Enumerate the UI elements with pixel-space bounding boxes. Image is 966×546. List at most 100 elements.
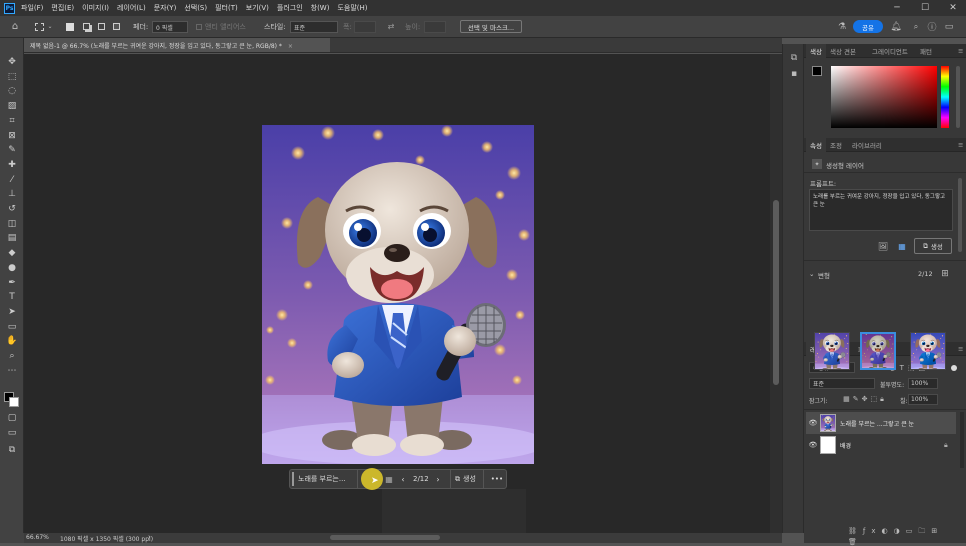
generative-fill-icon[interactable]: ⧉ xyxy=(5,444,19,456)
properties-scrollbar[interactable] xyxy=(958,178,962,252)
share-button[interactable]: 공유 xyxy=(853,20,883,33)
eyedropper-icon[interactable]: ✎ xyxy=(5,144,19,156)
type-tool-icon[interactable]: T xyxy=(5,291,19,303)
variation-thumbnail[interactable] xyxy=(910,332,946,370)
lasso-tool-icon[interactable]: ◌ xyxy=(5,85,19,97)
style-select[interactable]: 표준 xyxy=(290,21,338,33)
grid-view-icon[interactable]: ⊞ xyxy=(940,269,950,279)
menu-item[interactable]: 보기(V) xyxy=(246,3,269,13)
color-field[interactable] xyxy=(831,66,937,128)
panel-tab[interactable]: 색상 견본 xyxy=(826,44,860,58)
hand-tool-icon[interactable]: ✋ xyxy=(5,335,19,347)
learn-icon[interactable]: ⧉ xyxy=(788,52,800,64)
more-options-button[interactable]: ••• xyxy=(490,470,504,488)
path-select-icon[interactable]: ➤ xyxy=(5,306,19,318)
panel-menu-icon[interactable]: ≡ xyxy=(954,138,966,152)
image-reference-icon[interactable]: 🖼︎ xyxy=(877,241,889,251)
menu-item[interactable]: 파일(F) xyxy=(21,3,43,13)
more-tools-icon[interactable]: ⋯ xyxy=(5,365,19,377)
close-tab-icon[interactable]: × xyxy=(288,43,293,50)
menu-item[interactable]: 선택(S) xyxy=(184,3,207,13)
add-selection-icon[interactable] xyxy=(80,20,92,33)
subtract-selection-icon[interactable] xyxy=(95,20,107,33)
search-icon[interactable]: ⌕ xyxy=(910,20,922,33)
help-icon[interactable]: ⓘ xyxy=(926,20,938,33)
quick-mask-icon[interactable]: ▢ xyxy=(5,412,19,424)
layers-scrollbar[interactable] xyxy=(960,412,964,468)
layer-row[interactable]: 👁︎ 배경 🔒︎ xyxy=(806,434,956,456)
prompt-text-field[interactable]: 노래를 부르는... xyxy=(298,470,358,488)
opacity-input[interactable]: 100% xyxy=(908,378,938,389)
panel-menu-icon[interactable]: ≡ xyxy=(954,44,966,58)
lock-icons[interactable]: ▦✎✥⬚🔒︎ xyxy=(834,394,896,404)
menu-item[interactable]: 레이어(L) xyxy=(117,3,146,13)
minimize-button[interactable]: ─ xyxy=(886,0,908,16)
blend-mode-select[interactable]: 표준 xyxy=(809,378,875,389)
chevron-down-icon[interactable]: ⌄ xyxy=(46,20,54,33)
panel-tab[interactable]: 그레이디언트 xyxy=(868,44,912,58)
screen-mode-icon[interactable]: ▭ xyxy=(5,427,19,439)
menu-item[interactable]: 필터(T) xyxy=(215,3,238,13)
panel-tab[interactable]: 속성 xyxy=(806,138,826,152)
fill-input[interactable]: 100% xyxy=(908,394,938,405)
width-input[interactable] xyxy=(354,21,376,33)
chevron-right-icon[interactable]: › xyxy=(433,470,443,488)
panel-menu-icon[interactable]: ≡ xyxy=(954,342,966,356)
hue-slider[interactable] xyxy=(941,66,949,128)
healing-brush-icon[interactable]: ✚ xyxy=(5,159,19,171)
zoom-level[interactable]: 66.67% xyxy=(26,534,49,541)
menu-item[interactable]: 이미지(I) xyxy=(82,3,109,13)
background-swatch[interactable] xyxy=(9,397,19,407)
chevron-left-icon[interactable]: ‹ xyxy=(398,470,408,488)
document-tab[interactable]: 제목 없음-1 @ 66.7% (노래를 부르는 귀여운 강아지, 정장을 입고… xyxy=(24,38,330,53)
home-icon[interactable]: ⌂ xyxy=(8,20,22,33)
history-brush-icon[interactable]: ↺ xyxy=(5,203,19,215)
filter-toggle[interactable] xyxy=(951,365,957,371)
panel-tab[interactable]: 색상 xyxy=(806,44,826,58)
clone-stamp-icon[interactable]: ⊥ xyxy=(5,188,19,200)
comment-icon[interactable]: ▪ xyxy=(788,68,800,80)
menu-item[interactable]: 문자(Y) xyxy=(154,3,177,13)
visibility-eye-icon[interactable]: 👁︎ xyxy=(806,419,820,427)
marquee-tool-icon[interactable]: ⬚ xyxy=(5,71,19,83)
apps-icon[interactable]: ▦ xyxy=(896,241,908,251)
crop-tool-icon[interactable]: ⌗ xyxy=(5,115,19,127)
pen-tool-icon[interactable]: ✒ xyxy=(5,277,19,289)
menu-item[interactable]: 도움말(H) xyxy=(337,3,367,13)
rectangle-tool-icon[interactable]: ▭ xyxy=(5,321,19,333)
dodge-tool-icon[interactable]: ● xyxy=(5,262,19,274)
height-input[interactable] xyxy=(424,21,446,33)
flask-icon[interactable]: ⚗ xyxy=(836,20,848,33)
generate-button[interactable]: ⧉ 생성 xyxy=(450,470,484,488)
panel-tab[interactable]: 패턴 xyxy=(916,44,936,58)
maximize-button[interactable]: ☐ xyxy=(914,0,936,16)
marquee-tool-icon[interactable] xyxy=(32,20,46,33)
generated-image[interactable] xyxy=(262,125,534,464)
foreground-color-swatch[interactable] xyxy=(812,66,822,76)
close-button[interactable]: ✕ xyxy=(942,0,964,16)
frame-tool-icon[interactable]: ⊠ xyxy=(5,130,19,142)
menu-item[interactable]: 창(W) xyxy=(311,3,330,13)
variation-thumbnail-selected[interactable] xyxy=(860,332,896,370)
menu-item[interactable]: 플러그인 xyxy=(277,3,303,13)
brush-tool-icon[interactable]: ⁄ xyxy=(5,174,19,186)
feather-input[interactable]: 0 픽셀 xyxy=(152,21,188,33)
grid-icon[interactable]: ▦ xyxy=(383,470,395,488)
horizontal-scroll-thumb[interactable] xyxy=(330,535,440,540)
intersect-selection-icon[interactable] xyxy=(110,20,122,33)
variations-chevron-icon[interactable]: ⌄ xyxy=(809,270,814,278)
zoom-tool-icon[interactable]: ⌕ xyxy=(5,350,19,362)
chevron-right-icon[interactable]: › xyxy=(148,533,151,541)
properties-generate-button[interactable]: ⧉생성 xyxy=(914,238,952,254)
select-and-mask-button[interactable]: 선택 및 마스크... xyxy=(460,20,522,33)
gradient-tool-icon[interactable]: ▤ xyxy=(5,232,19,244)
swap-icon[interactable]: ⇄ xyxy=(385,20,397,33)
workspace-icon[interactable]: ▭ xyxy=(943,20,955,33)
variation-thumbnail[interactable] xyxy=(814,332,850,370)
object-select-icon[interactable]: ▨ xyxy=(5,100,19,112)
panel-tab[interactable]: 라이브러리 xyxy=(848,138,886,152)
new-selection-icon[interactable] xyxy=(64,20,76,33)
color-panel-scrollbar[interactable] xyxy=(956,66,960,128)
vertical-scroll-thumb[interactable] xyxy=(773,200,779,385)
bell-icon[interactable]: 🔔︎ xyxy=(890,20,902,33)
